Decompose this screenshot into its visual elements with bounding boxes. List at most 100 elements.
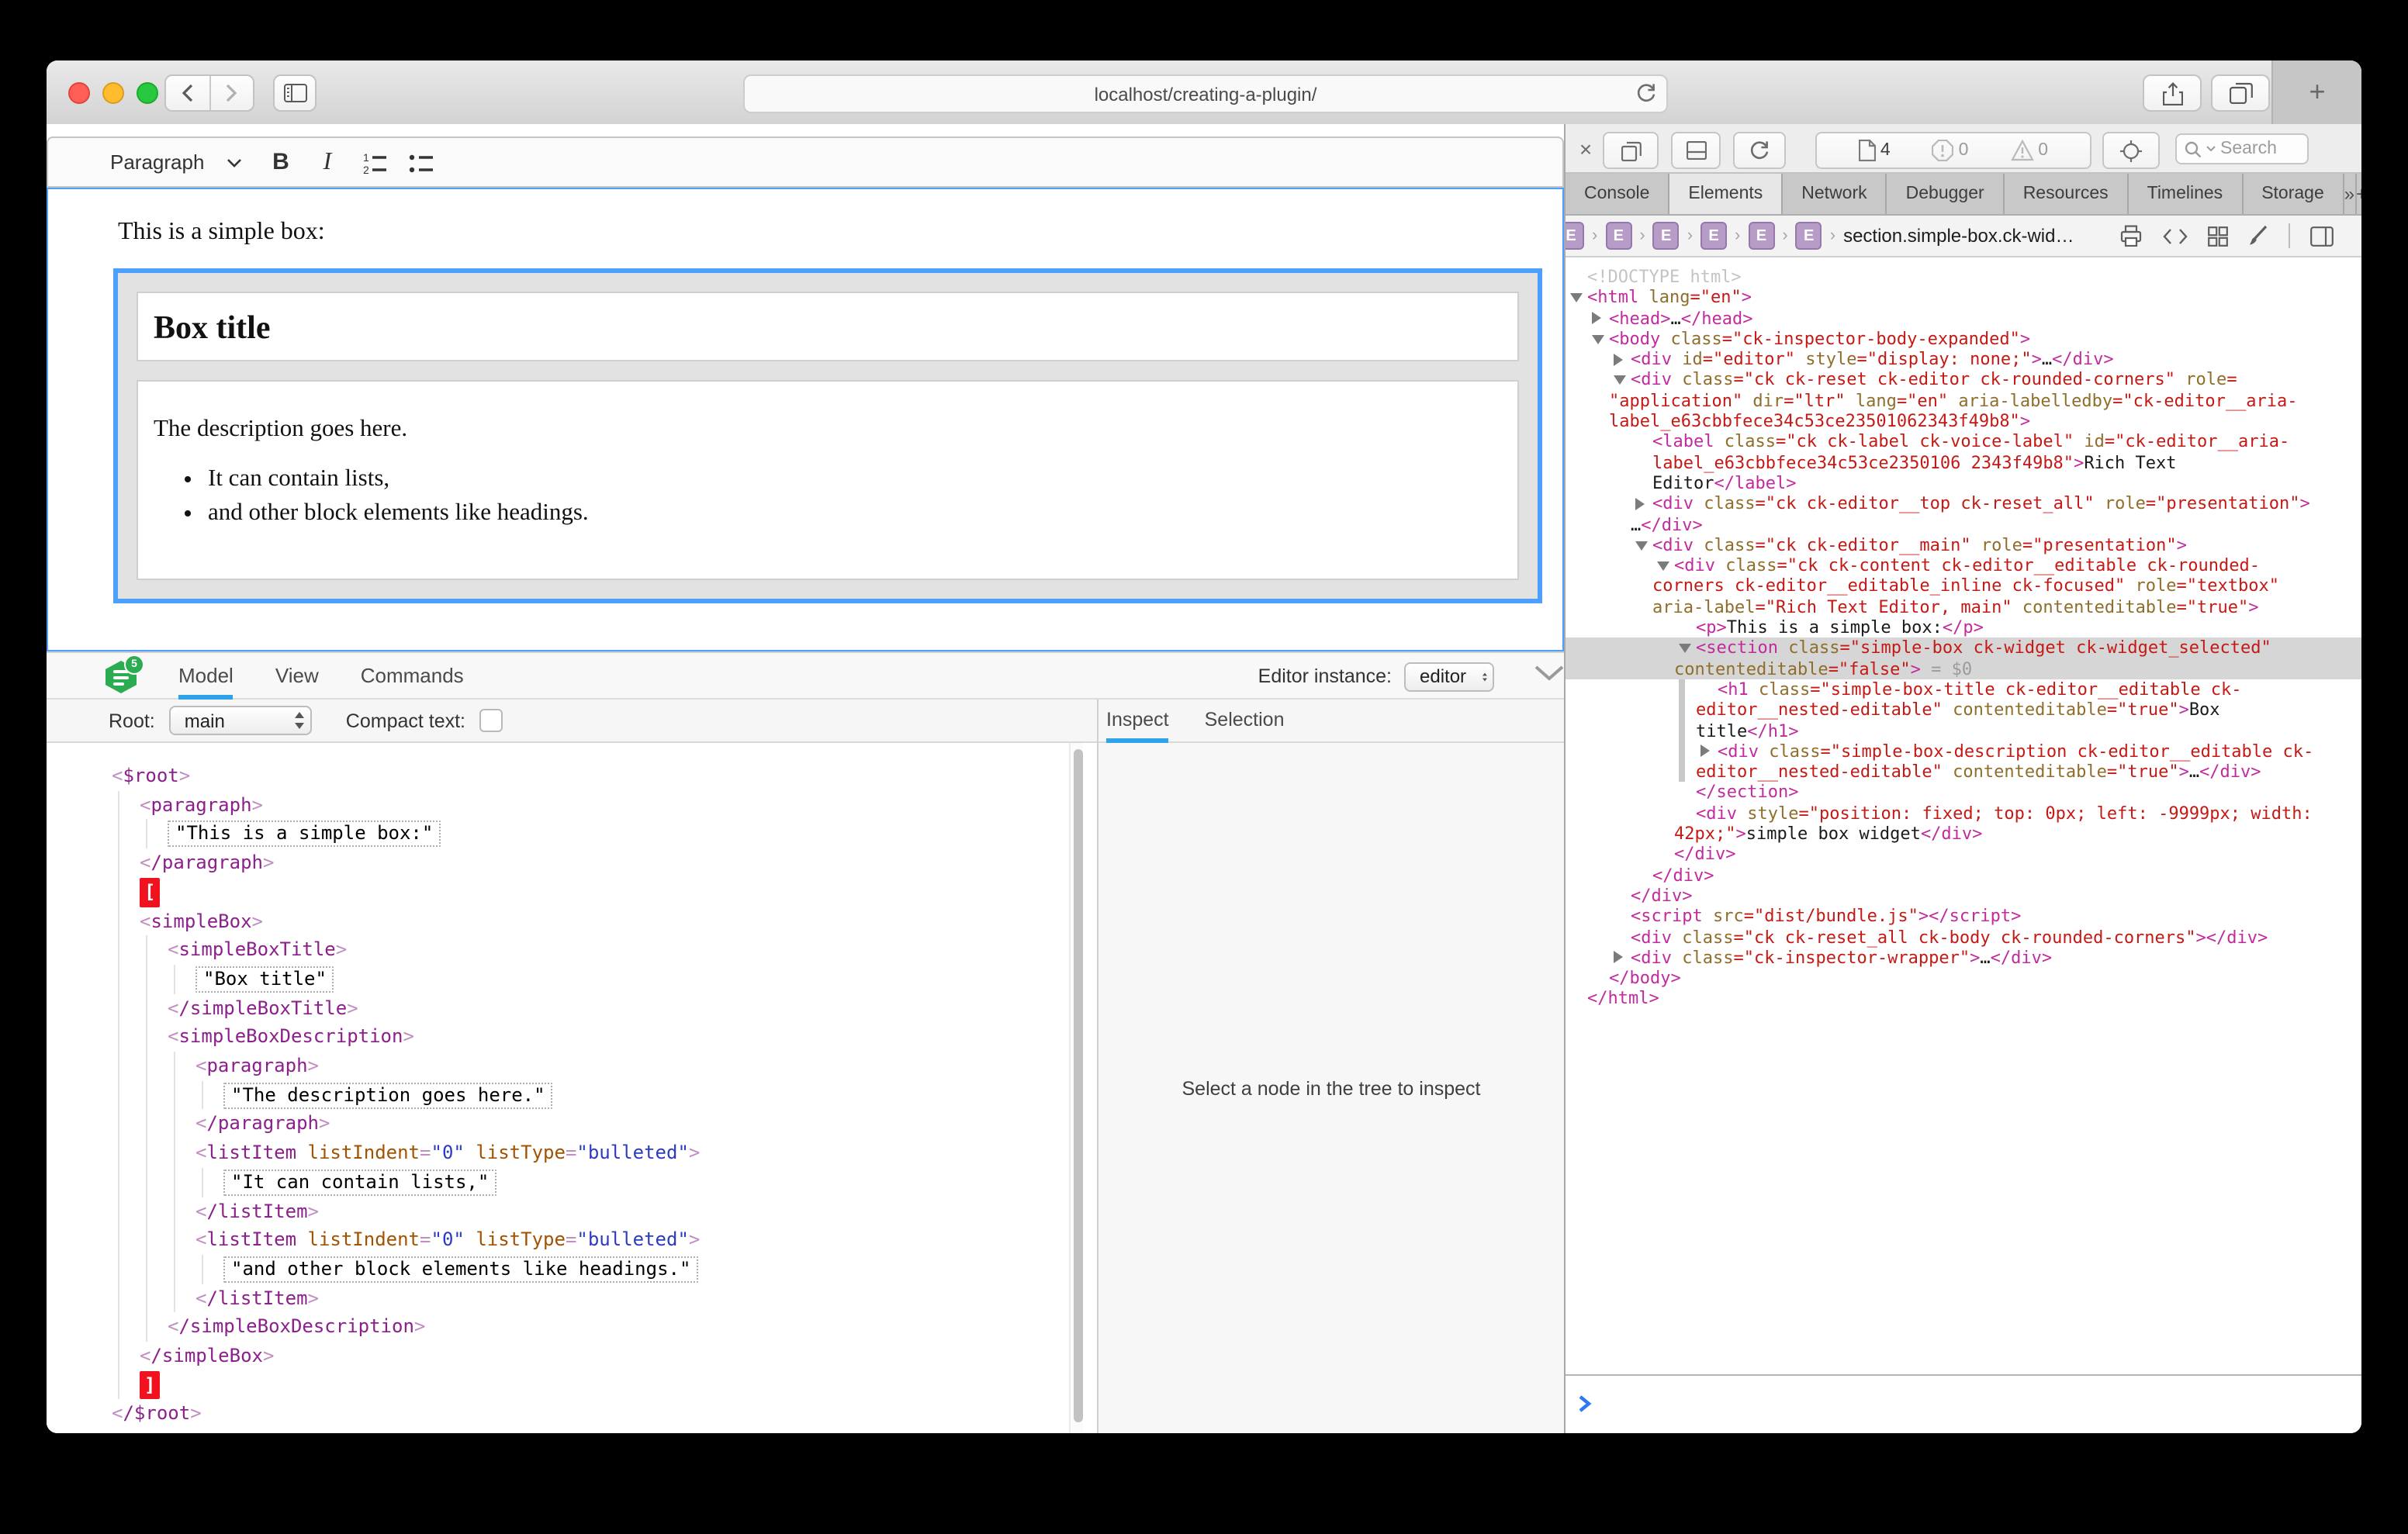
address-bar[interactable]: localhost/creating-a-plugin/: [743, 74, 1668, 113]
more-tabs-button[interactable]: »: [2344, 174, 2356, 214]
element-picker-button[interactable]: [2102, 132, 2160, 169]
forward-button[interactable]: [209, 76, 252, 110]
simple-box-description-field[interactable]: The description goes here. It can contai…: [137, 380, 1519, 580]
devtools-tab-timelines[interactable]: Timelines: [2129, 174, 2244, 214]
model-element-close[interactable]: </simpleBoxTitle>: [168, 993, 1083, 1022]
model-element-open[interactable]: <paragraph>: [140, 790, 1083, 819]
model-element-close[interactable]: </simpleBox>: [140, 1342, 1083, 1370]
model-element-close[interactable]: </paragraph>: [140, 848, 1083, 877]
dom-line[interactable]: <label class="ck ck-label ck-voice-label…: [1566, 432, 2361, 453]
dom-line[interactable]: 42px;">simple box widget</div>: [1566, 824, 2361, 845]
model-element-close[interactable]: </$root>: [112, 1400, 1083, 1429]
zoom-window-button[interactable]: [137, 82, 158, 104]
devtools-reload-button[interactable]: [1733, 132, 1786, 169]
numbered-list-button[interactable]: 1 2: [351, 142, 397, 182]
scrollbar-thumb[interactable]: [1073, 749, 1082, 1422]
dom-line[interactable]: <head>…</head>: [1566, 308, 2361, 329]
dom-line[interactable]: <html lang="en">: [1566, 288, 2361, 309]
heading-dropdown[interactable]: Paragraph: [110, 150, 258, 174]
devtools-tab-debugger[interactable]: Debugger: [1887, 174, 2005, 214]
minimize-window-button[interactable]: [102, 82, 124, 104]
dom-line[interactable]: editor__nested-editable" contenteditable…: [1566, 762, 2361, 783]
tab-inspect[interactable]: Inspect: [1106, 700, 1169, 743]
dom-line[interactable]: <div class="simple-box-description ck-ed…: [1566, 741, 2361, 762]
dom-line[interactable]: <p>This is a simple box:</p>: [1566, 617, 2361, 638]
breadcrumb-current[interactable]: section.simple-box.ck-wid…: [1843, 225, 2074, 247]
document-count[interactable]: 4: [1859, 140, 1891, 161]
share-button[interactable]: [2143, 74, 2202, 112]
model-element-open[interactable]: <paragraph>: [195, 1052, 1083, 1080]
dom-line[interactable]: …</div>: [1566, 514, 2361, 535]
devtools-tab-network[interactable]: Network: [1783, 174, 1887, 214]
breadcrumb-element-badge[interactable]: E: [1605, 222, 1631, 250]
dom-line[interactable]: <div class="ck-inspector-wrapper">…</div…: [1566, 948, 2361, 969]
model-element-close[interactable]: </listItem>: [195, 1284, 1083, 1312]
close-devtools-button[interactable]: ×: [1572, 135, 1600, 163]
dom-line[interactable]: "application" dir="ltr" lang="en" aria-l…: [1566, 391, 2361, 412]
dom-line[interactable]: <section class="simple-box ck-widget ck-…: [1566, 638, 2361, 659]
breadcrumb-element-badge[interactable]: E: [1748, 222, 1774, 250]
detach-devtools-button[interactable]: [1603, 132, 1659, 169]
model-element-close[interactable]: </paragraph>: [195, 1110, 1083, 1138]
tab-commands[interactable]: Commands: [361, 653, 464, 700]
add-tab-button[interactable]: +: [2356, 174, 2361, 214]
disclosure-open-icon[interactable]: [1614, 376, 1626, 385]
dom-line[interactable]: editor__nested-editable" contenteditable…: [1566, 700, 2361, 720]
disclosure-closed-icon[interactable]: [1635, 498, 1645, 510]
source-code-icon[interactable]: [2163, 227, 2188, 244]
editor-editable-area[interactable]: This is a simple box: Box title The desc…: [47, 188, 1564, 651]
simple-box-title-field[interactable]: Box title: [137, 292, 1519, 361]
devtools-tab-storage[interactable]: Storage: [2243, 174, 2344, 214]
dom-line[interactable]: corners ck-editor__editable_inline ck-fo…: [1566, 576, 2361, 597]
bulleted-list-button[interactable]: [397, 142, 444, 182]
dom-line[interactable]: </body>: [1566, 968, 2361, 989]
disclosure-closed-icon[interactable]: [1592, 312, 1601, 324]
compact-text-checkbox[interactable]: [479, 709, 503, 732]
dom-line[interactable]: <div class="ck ck-editor__top ck-reset_a…: [1566, 494, 2361, 515]
dom-line[interactable]: <div class="ck ck-reset_all ck-body ck-r…: [1566, 927, 2361, 948]
dom-line[interactable]: <div class="ck ck-editor__main" role="pr…: [1566, 535, 2361, 556]
details-sidebar-icon[interactable]: [2310, 226, 2334, 246]
tab-view[interactable]: View: [275, 653, 319, 700]
dom-line[interactable]: <!DOCTYPE html>: [1566, 267, 2361, 288]
dom-line[interactable]: aria-label="Rich Text Editor, main" cont…: [1566, 597, 2361, 618]
warning-count[interactable]: 0: [2010, 140, 2048, 161]
dom-line[interactable]: <div id="editor" style="display: none;">…: [1566, 349, 2361, 370]
model-text-node[interactable]: "Box title": [195, 965, 1083, 993]
disclosure-closed-icon[interactable]: [1614, 952, 1623, 964]
tab-model[interactable]: Model: [178, 653, 234, 700]
dom-line[interactable]: <body class="ck-inspector-body-expanded"…: [1566, 329, 2361, 350]
model-element-open[interactable]: <listItem listIndent="0" listType="bulle…: [195, 1138, 1083, 1167]
dom-line[interactable]: </div>: [1566, 845, 2361, 865]
breadcrumb-element-badge[interactable]: E: [1796, 222, 1822, 250]
dom-line[interactable]: </html>: [1566, 989, 2361, 1010]
model-element-close[interactable]: </listItem>: [195, 1197, 1083, 1225]
dom-line[interactable]: title</h1>: [1566, 720, 2361, 741]
model-element-close[interactable]: </simpleBoxDescription>: [168, 1313, 1083, 1342]
breadcrumb-element-badge[interactable]: E: [1653, 222, 1680, 250]
disclosure-open-icon[interactable]: [1679, 644, 1691, 654]
model-element-open[interactable]: <$root>: [112, 762, 1083, 790]
model-text-node[interactable]: "The description goes here.": [223, 1080, 1083, 1109]
sidebar-toggle-button[interactable]: [273, 74, 317, 112]
reload-button[interactable]: [1635, 81, 1657, 105]
dock-bottom-button[interactable]: [1671, 132, 1721, 169]
root-select[interactable]: main: [169, 706, 312, 735]
editor-instance-select[interactable]: editor: [1404, 662, 1494, 691]
simple-box-widget[interactable]: Box title The description goes here. It …: [113, 268, 1542, 603]
grid-layout-icon[interactable]: [2208, 226, 2228, 246]
dom-line[interactable]: contenteditable="false"> = $0: [1566, 658, 2361, 679]
devtools-tab-console[interactable]: Console: [1566, 174, 1669, 214]
dom-line[interactable]: label_e63cbbfece34c53ce2350106 2343f49b8…: [1566, 452, 2361, 473]
disclosure-open-icon[interactable]: [1592, 335, 1604, 344]
devtools-search-field[interactable]: Search: [2175, 133, 2309, 164]
disclosure-open-icon[interactable]: [1657, 561, 1669, 571]
model-element-open[interactable]: <listItem listIndent="0" listType="bulle…: [195, 1226, 1083, 1255]
dom-line[interactable]: <div class="ck ck-content ck-editor__edi…: [1566, 555, 2361, 576]
dom-line[interactable]: <script src="dist/bundle.js"></script>: [1566, 906, 2361, 927]
italic-button[interactable]: I: [304, 142, 351, 182]
dom-line[interactable]: <div class="ck ck-reset ck-editor ck-rou…: [1566, 370, 2361, 391]
model-tree-scrollbar[interactable]: [1069, 743, 1083, 1433]
model-text-node[interactable]: "and other block elements like headings.…: [223, 1255, 1083, 1284]
bold-button[interactable]: B: [258, 142, 304, 182]
